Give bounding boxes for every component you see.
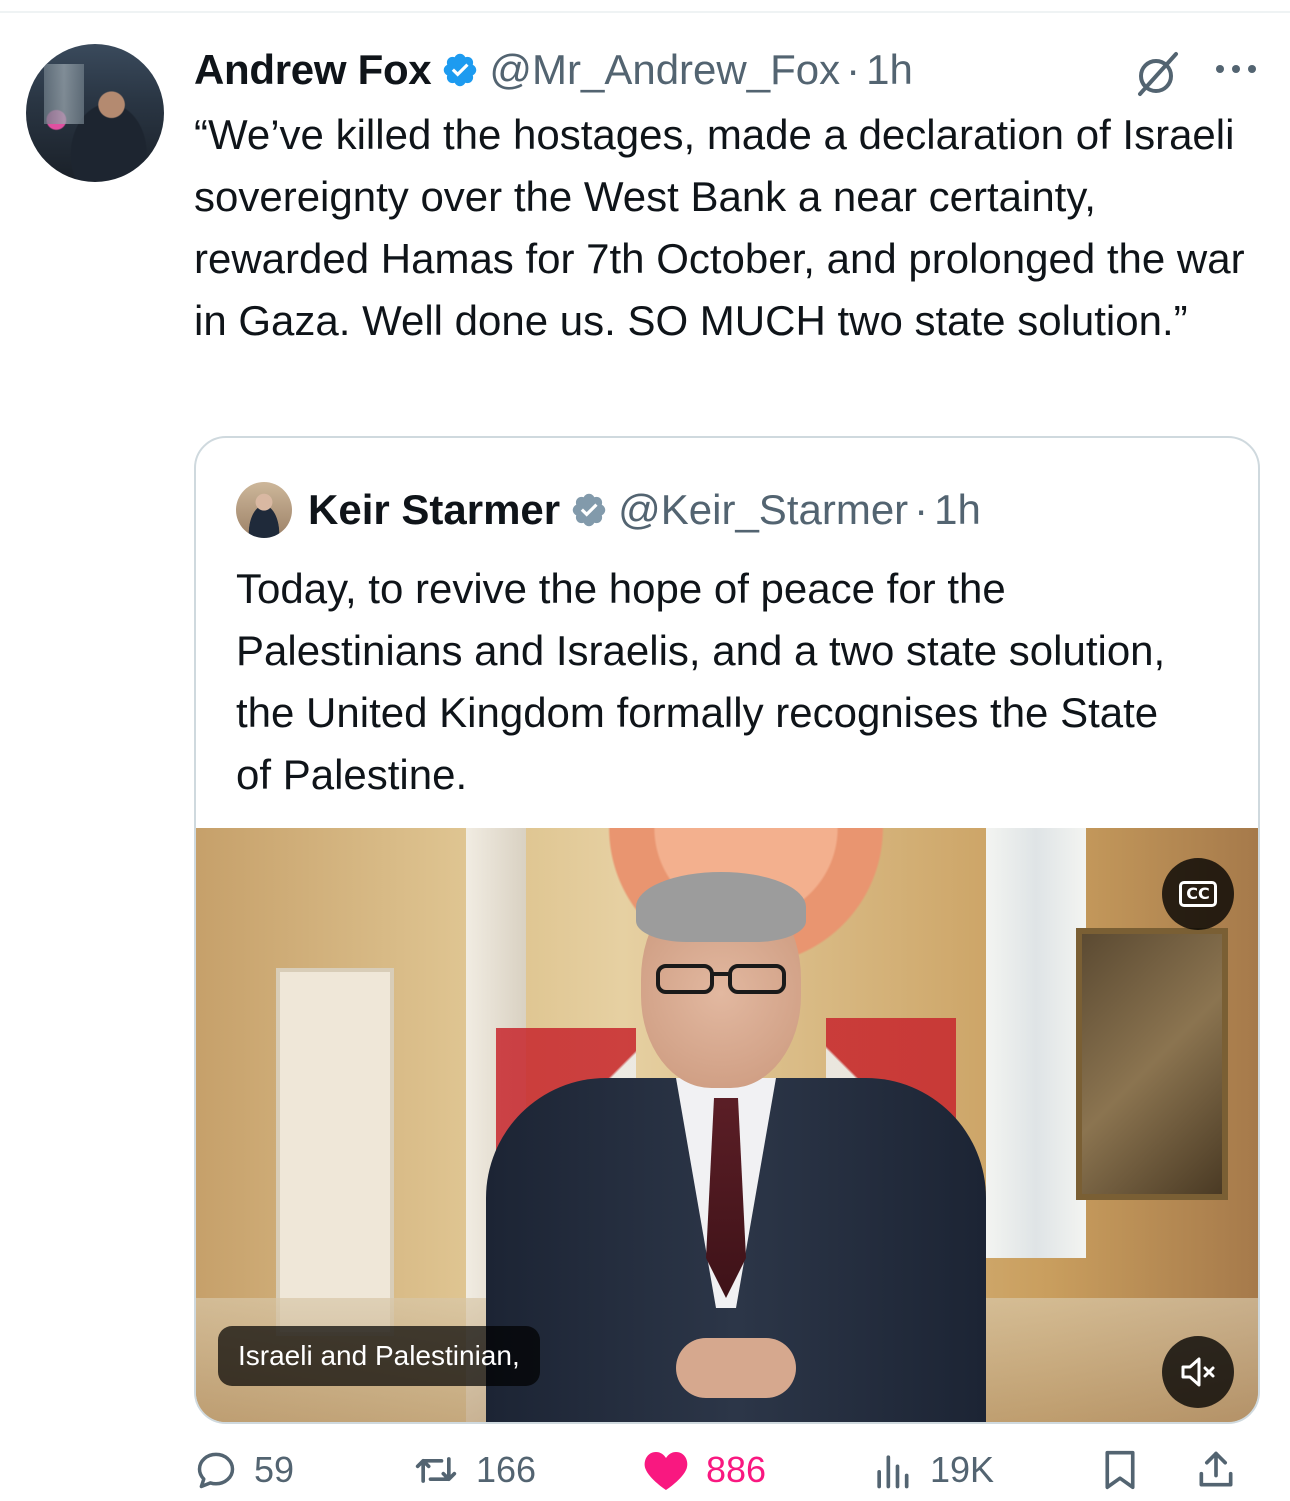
author-name[interactable]: Andrew Fox [194,46,432,94]
timestamp[interactable]: 1h [866,46,913,94]
like-count: 886 [706,1449,767,1490]
quoted-timestamp: 1h [934,486,981,533]
separator-dot: · [846,46,861,93]
tweet-header: Andrew Fox @Mr_Andrew_Fox · 1h [194,40,913,100]
closed-captions-button[interactable]: CC [1162,858,1234,930]
verified-badge-icon [444,53,477,87]
quoted-verified-badge-icon [572,493,606,527]
bookmark-icon [1105,1450,1135,1490]
speaker-muted-icon [1181,1357,1215,1387]
top-divider [0,11,1290,13]
share-button[interactable] [1194,1440,1254,1500]
repost-button[interactable]: 166 [412,1440,536,1500]
quoted-author-handle: @Keir_Starmer [618,486,909,533]
reply-count: 59 [254,1449,295,1490]
video-speaker [486,868,986,1422]
video-scene-window [986,828,1086,1258]
quoted-tweet-card[interactable]: Keir Starmer @Keir_Starmer · 1h Today, t… [194,436,1260,1424]
more-icon[interactable] [1212,54,1260,84]
author-handle[interactable]: @Mr_Andrew_Fox [489,46,840,94]
grok-icon[interactable] [1130,46,1186,102]
tweet-action-bar: 59 166 886 19K [194,1440,1264,1500]
heart-icon [644,1452,688,1490]
reply-button[interactable]: 59 [194,1440,294,1500]
speaker-glasses [656,964,786,994]
speaker-hands [676,1338,796,1398]
tweet-text: “We’ve killed the hostages, made a decla… [194,111,1245,344]
share-icon [1199,1451,1233,1487]
views-button[interactable]: 19K [870,1440,994,1500]
views-count: 19K [930,1449,995,1490]
views-icon [877,1455,909,1489]
speaker-hair [636,872,806,942]
video-player[interactable]: CC Israeli and Palestinian, [196,828,1258,1422]
video-caption: Israeli and Palestinian, [218,1326,540,1386]
quoted-separator-dot: · [914,486,929,533]
video-scene-door [276,968,394,1336]
like-button[interactable]: 886 [642,1440,766,1500]
author-avatar[interactable] [26,44,164,182]
reply-icon [197,1452,235,1489]
repost-icon [415,1457,457,1483]
avatar-background [44,64,84,124]
bookmark-button[interactable] [1100,1440,1156,1500]
quoted-author-name: Keir Starmer [308,486,561,533]
quoted-tweet-text: Today, to revive the hope of peace for t… [236,565,1166,798]
quoted-author-avatar [236,482,292,538]
repost-count: 166 [476,1449,537,1490]
closed-captions-icon: CC [1179,881,1217,907]
video-scene-painting [1076,928,1228,1200]
quoted-tweet-header: Keir Starmer @Keir_Starmer · 1h [236,482,981,538]
mute-button[interactable] [1162,1336,1234,1408]
